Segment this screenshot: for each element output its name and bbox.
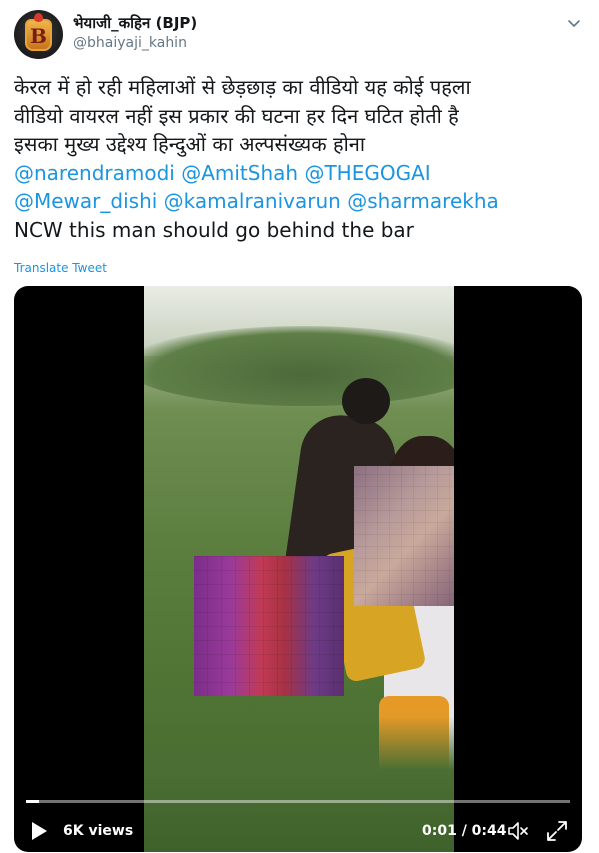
b-logo-icon: B <box>25 19 52 51</box>
video-time: 0:01 / 0:44 <box>422 823 507 839</box>
play-icon[interactable] <box>30 821 48 841</box>
translate-tweet-link[interactable]: Translate Tweet <box>14 261 107 275</box>
display-name[interactable]: भेयाजी_कहिन (BJP) <box>73 13 197 33</box>
tweet-text-line: वीडियो वायरल नहीं इस प्रकार की घटना हर द… <box>14 103 459 128</box>
mention-link[interactable]: @Mewar_dishi <box>14 189 157 213</box>
video-progress-fill <box>26 800 39 803</box>
mention-link[interactable]: @sharmarekha <box>347 189 499 213</box>
flame-icon <box>34 13 43 22</box>
tweet-text-line: इसका मुख्य उद्देश्य हिन्दुओं का अल्पसंख्… <box>14 132 366 156</box>
mentions-line: @Mewar_dishi @kamalranivarun @sharmarekh… <box>14 187 589 216</box>
tweet-text-line: NCW this man should go behind the bar <box>14 217 414 242</box>
video-frame[interactable] <box>144 286 454 852</box>
video-player[interactable]: 6K views 0:01 / 0:44 <box>14 286 582 852</box>
mention-link[interactable]: @kamalranivarun <box>164 189 341 213</box>
mentions-line: @narendramodi @AmitShah @THEGOGAI <box>14 159 589 188</box>
tweet-text: केरल में हो रही महिलाओं से छेड़छाड़ का व… <box>14 73 589 244</box>
mention-link[interactable]: @THEGOGAI <box>304 161 430 185</box>
expand-icon[interactable] <box>546 820 568 842</box>
pixelated-face <box>354 466 454 606</box>
pixelated-area <box>194 556 344 696</box>
video-progress-bar[interactable] <box>26 800 570 803</box>
user-handle[interactable]: @bhaiyaji_kahin <box>73 35 187 51</box>
mention-link[interactable]: @narendramodi <box>14 161 175 185</box>
tweet-text-line: केरल में हो रही महिलाओं से छेड़छाड़ का व… <box>14 75 471 99</box>
tweet-card: B भेयाजी_कहिन (BJP) @bhaiyaji_kahin केरल… <box>0 0 599 853</box>
mute-icon[interactable] <box>507 820 529 842</box>
chevron-down-icon[interactable] <box>566 15 582 31</box>
avatar[interactable]: B <box>14 10 63 59</box>
mention-link[interactable]: @AmitShah <box>181 161 298 185</box>
view-count: 6K views <box>63 823 134 839</box>
